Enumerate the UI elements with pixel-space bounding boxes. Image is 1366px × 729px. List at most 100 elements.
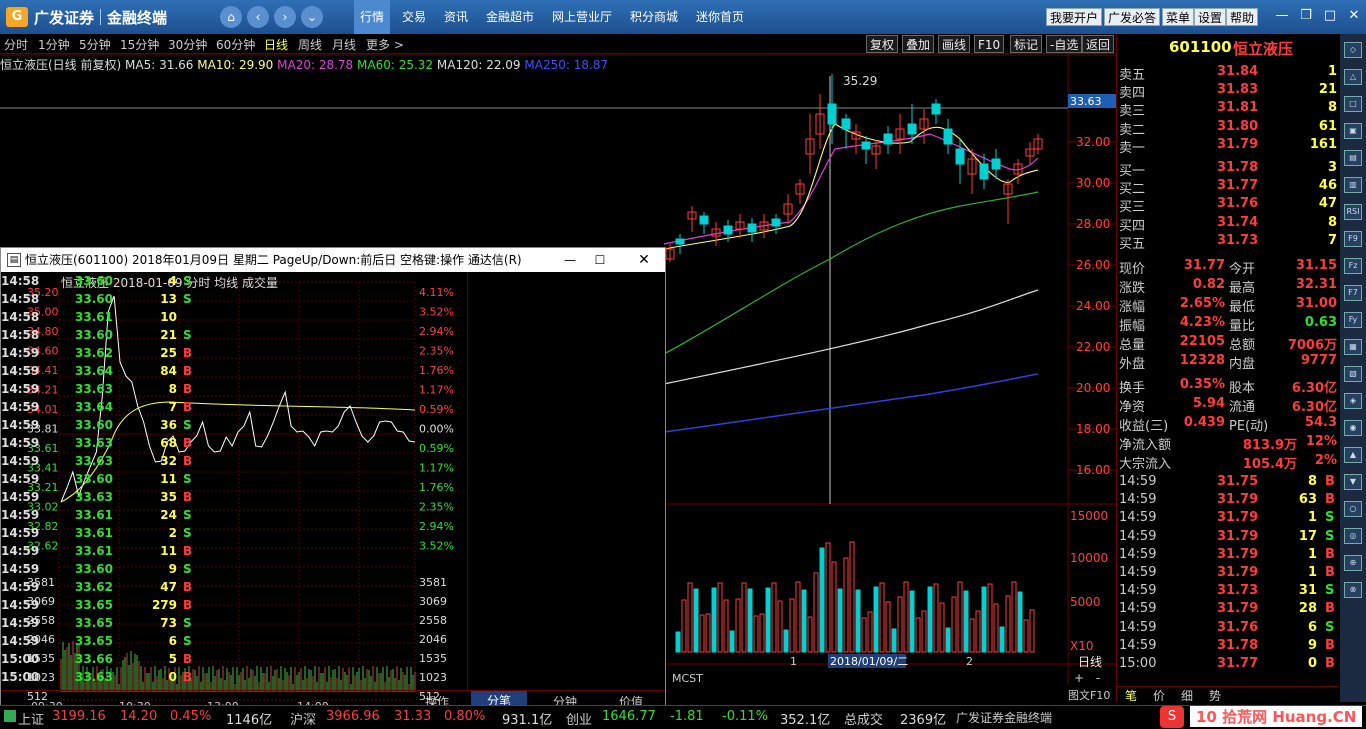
period-tick[interactable]: 分时 bbox=[4, 36, 28, 53]
side-tool-icon[interactable]: ▥ bbox=[1344, 177, 1362, 193]
hs-change: 31.33 bbox=[394, 709, 432, 724]
order-level-label: 买二 bbox=[1119, 182, 1146, 198]
period-monthly[interactable]: 月线 bbox=[332, 36, 356, 53]
side-tool-icon[interactable]: ◉ bbox=[1344, 420, 1362, 436]
app-logo: G 广发证券 金融终端 bbox=[6, 6, 167, 28]
tab-price[interactable]: 价 bbox=[1153, 687, 1165, 704]
overlay-button[interactable]: 叠加 bbox=[902, 35, 935, 53]
side-tool-icon[interactable]: F7 bbox=[1344, 285, 1362, 301]
period-weekly[interactable]: 周线 bbox=[298, 36, 322, 53]
popup-close-icon[interactable]: ✕ bbox=[631, 248, 657, 272]
period-15min[interactable]: 15分钟 bbox=[120, 36, 159, 53]
settings-button[interactable]: 设置 bbox=[1194, 8, 1227, 26]
f10-graphic-tag[interactable]: 图文F10 bbox=[1068, 688, 1110, 702]
side-tool-icon[interactable]: ▣ bbox=[1344, 123, 1362, 139]
side-tool-icon[interactable]: △ bbox=[1344, 69, 1362, 85]
stat-row: 外盘 12328 内盘 9777 bbox=[1119, 353, 1337, 372]
side-tool-icon[interactable]: ▦ bbox=[1344, 339, 1362, 355]
forward-icon[interactable]: › bbox=[274, 6, 296, 28]
ask-row[interactable]: 卖一 31.79 161 bbox=[1117, 137, 1339, 156]
bid-row[interactable]: 买四 31.74 8 bbox=[1117, 215, 1339, 234]
tab-online-hall[interactable]: 网上营业厅 bbox=[546, 0, 618, 34]
remove-watchlist-button[interactable]: -自选 bbox=[1046, 35, 1083, 53]
ask-row[interactable]: 卖二 31.80 61 bbox=[1117, 119, 1339, 138]
ask-row[interactable]: 卖四 31.83 21 bbox=[1117, 82, 1339, 101]
side-tool-icon[interactable]: ▤ bbox=[1344, 150, 1362, 166]
period-more[interactable]: 更多 > bbox=[366, 36, 404, 53]
side-tool-icon[interactable]: Fz bbox=[1344, 258, 1362, 274]
daily-tag[interactable]: 日线 bbox=[1078, 655, 1102, 669]
tab-detail[interactable]: 细 bbox=[1181, 687, 1193, 704]
intraday-popup-window[interactable]: ▤ 恒立液压(601100) 2018年01月09日 星期二 PageUp/Do… bbox=[0, 247, 666, 712]
side-tool-icon[interactable]: ▼ bbox=[1344, 474, 1362, 490]
cy-change: -1.81 bbox=[670, 709, 704, 724]
side-tool-icon[interactable]: ▲ bbox=[1344, 447, 1362, 463]
side-tool-icon[interactable]: ⊗ bbox=[1344, 582, 1362, 598]
period-daily[interactable]: 日线 bbox=[264, 36, 288, 53]
popup-maximize-icon[interactable]: ☐ bbox=[587, 248, 613, 272]
tab-ticks[interactable]: 笔 bbox=[1125, 687, 1137, 704]
bid-row[interactable]: 买一 31.78 3 bbox=[1117, 160, 1339, 179]
volume-bar bbox=[807, 616, 813, 653]
side-tool-icon[interactable]: ◎ bbox=[1344, 528, 1362, 544]
side-tool-icon[interactable]: ▧ bbox=[1344, 366, 1362, 382]
tab-mini-home[interactable]: 迷你首页 bbox=[690, 0, 750, 34]
ask-row[interactable]: 卖五 31.84 1 bbox=[1117, 64, 1339, 83]
ime-icon[interactable]: S bbox=[1160, 706, 1184, 728]
side-tool-icon[interactable]: ◈ bbox=[1344, 393, 1362, 409]
restore-icon[interactable]: ❐ bbox=[1296, 6, 1316, 26]
period-30min[interactable]: 30分钟 bbox=[168, 36, 207, 53]
side-tool-icon[interactable]: □ bbox=[1344, 96, 1362, 112]
adjust-button[interactable]: 复权 bbox=[866, 35, 899, 53]
bid-row[interactable]: 买五 31.73 7 bbox=[1117, 233, 1339, 252]
minimize-icon[interactable]: — bbox=[1272, 6, 1292, 26]
draw-button[interactable]: 画线 bbox=[938, 35, 971, 53]
period-5min[interactable]: 5分钟 bbox=[79, 36, 111, 53]
menu-button[interactable]: 菜单 bbox=[1162, 8, 1195, 26]
tab-market[interactable]: 行情 bbox=[354, 0, 391, 34]
tab-trend[interactable]: 势 bbox=[1209, 687, 1221, 704]
mcst-label[interactable]: MCST bbox=[672, 672, 703, 685]
broker-name: 广发证券金融终端 bbox=[956, 711, 1053, 725]
help-button[interactable]: 帮助 bbox=[1226, 8, 1259, 26]
mark-button[interactable]: 标记 bbox=[1010, 35, 1043, 53]
zoom-in-icon[interactable]: + bbox=[1074, 671, 1084, 685]
ma20-value: MA20: 28.78 bbox=[277, 58, 354, 72]
order-price: 31.81 bbox=[1217, 100, 1259, 116]
product-name: 金融终端 bbox=[107, 8, 168, 27]
return-button[interactable]: 返回 bbox=[1082, 35, 1115, 53]
bid-row[interactable]: 买二 31.77 46 bbox=[1117, 178, 1339, 198]
popup-minimize-icon[interactable]: — bbox=[557, 248, 583, 272]
tab-finance-market[interactable]: 金融超市 bbox=[480, 0, 540, 34]
volume-bar bbox=[957, 581, 963, 653]
side-tool-icon[interactable]: ◇ bbox=[1344, 42, 1362, 58]
volume-bar bbox=[687, 582, 693, 653]
popup-title-bar[interactable]: ▤ 恒立液压(601100) 2018年01月09日 星期二 PageUp/Do… bbox=[1, 248, 665, 272]
side-tool-icon[interactable]: F9 bbox=[1344, 231, 1362, 247]
side-tool-icon[interactable]: ○ bbox=[1344, 501, 1362, 517]
back-icon[interactable]: ‹ bbox=[247, 6, 269, 28]
side-tool-icon[interactable]: ⊕ bbox=[1344, 555, 1362, 571]
trade-tick-row: 14:59 31.75 8 B bbox=[1119, 474, 1335, 489]
zoom-out-icon[interactable]: - bbox=[1096, 671, 1100, 685]
bid-row[interactable]: 买三 31.76 47 bbox=[1117, 196, 1339, 215]
period-1min[interactable]: 1分钟 bbox=[38, 36, 70, 53]
faq-button[interactable]: 广发必答 bbox=[1104, 8, 1161, 26]
tab-points-mall[interactable]: 积分商城 bbox=[624, 0, 684, 34]
maximize-icon[interactable]: □ bbox=[1320, 6, 1340, 26]
trade-tick-row: 14:59 31.73 31 S bbox=[1119, 583, 1335, 599]
dropdown-icon[interactable]: ⌄ bbox=[301, 6, 323, 28]
tab-news[interactable]: 资讯 bbox=[438, 0, 474, 34]
order-level-label: 买一 bbox=[1119, 164, 1146, 179]
side-tool-icon[interactable]: Fy bbox=[1344, 312, 1362, 328]
close-icon[interactable]: ✕ bbox=[1344, 6, 1364, 26]
f10-button[interactable]: F10 bbox=[974, 35, 1005, 53]
home-icon[interactable]: ⌂ bbox=[220, 6, 242, 28]
side-tool-icon[interactable]: RSI bbox=[1344, 204, 1362, 220]
ask-row[interactable]: 卖三 31.81 8 bbox=[1117, 100, 1339, 119]
tab-trade[interactable]: 交易 bbox=[396, 0, 432, 34]
period-60min[interactable]: 60分钟 bbox=[216, 36, 255, 53]
trade-tick-row: 15:00 31.77 0 B bbox=[1119, 656, 1335, 671]
open-account-button[interactable]: 我要开户 bbox=[1046, 8, 1103, 26]
candle-body bbox=[827, 103, 837, 125]
